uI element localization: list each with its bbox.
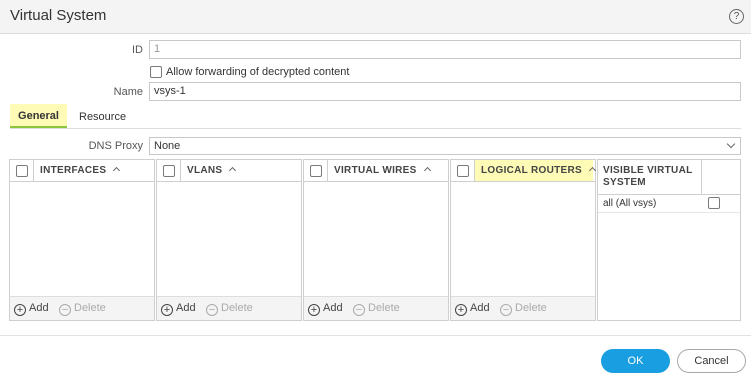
header-divider — [701, 160, 702, 194]
interfaces-panel-footer: + Add − Delete — [10, 296, 154, 320]
chevron-up-icon — [113, 166, 121, 175]
visible-virtual-system-column-header: VISIBLE VIRTUAL SYSTEM — [603, 165, 693, 188]
header-divider — [327, 160, 328, 182]
ok-button[interactable]: OK — [601, 349, 670, 373]
name-label: Name — [113, 86, 143, 98]
logical-routers-panel: LOGICAL ROUTERS + Add − Delete — [450, 159, 597, 321]
chevron-up-icon — [423, 166, 431, 175]
tab-resource[interactable]: Resource — [79, 111, 126, 123]
minus-circle-icon: − — [206, 304, 218, 316]
name-field[interactable]: vsys-1 — [149, 82, 741, 101]
vlans-column-header[interactable]: VLANS — [187, 165, 237, 176]
interfaces-column-header[interactable]: INTERFACES — [40, 165, 121, 176]
tab-divider — [10, 128, 741, 129]
interfaces-panel: INTERFACES + Add − Delete — [9, 159, 155, 321]
minus-circle-icon: − — [59, 304, 71, 316]
plus-circle-icon: + — [308, 304, 320, 316]
virtual-wires-panel: VIRTUAL WIRES + Add − Delete — [303, 159, 449, 321]
dialog-title: Virtual System — [10, 7, 107, 24]
chevron-up-icon — [229, 166, 237, 175]
plus-circle-icon: + — [455, 304, 467, 316]
virtual-wires-panel-footer: + Add − Delete — [304, 296, 448, 320]
plus-circle-icon: + — [14, 304, 26, 316]
id-label: ID — [132, 44, 143, 56]
vlans-panel-footer: + Add − Delete — [157, 296, 301, 320]
vlans-delete-button[interactable]: − Delete — [206, 302, 253, 316]
visible-virtual-system-panel: VISIBLE VIRTUAL SYSTEM all (All vsys) — [597, 159, 741, 321]
logical-routers-select-all-checkbox[interactable] — [457, 165, 469, 177]
virtual-wires-column-header[interactable]: VIRTUAL WIRES — [334, 165, 431, 176]
vsys-label: all (All vsys) — [603, 198, 657, 209]
interfaces-delete-button[interactable]: − Delete — [59, 302, 106, 316]
virtual-wires-add-button[interactable]: + Add — [308, 302, 343, 316]
vlans-select-all-checkbox[interactable] — [163, 165, 175, 177]
chevron-down-icon — [726, 139, 736, 149]
allow-forwarding-checkbox[interactable] — [150, 66, 162, 78]
logical-routers-column-header[interactable]: LOGICAL ROUTERS — [481, 165, 597, 176]
minus-circle-icon: − — [500, 304, 512, 316]
dns-proxy-label: DNS Proxy — [88, 140, 143, 152]
dns-proxy-value: None — [154, 140, 181, 152]
logical-routers-panel-footer: + Add − Delete — [451, 296, 595, 320]
logical-routers-add-button[interactable]: + Add — [455, 302, 490, 316]
minus-circle-icon: − — [353, 304, 365, 316]
logical-routers-panel-header: LOGICAL ROUTERS — [451, 160, 597, 182]
virtual-wires-select-all-checkbox[interactable] — [310, 165, 322, 177]
tab-general[interactable]: General — [10, 104, 67, 128]
id-field: 1 — [149, 40, 741, 59]
vsys-visible-checkbox[interactable] — [708, 197, 720, 209]
logical-routers-delete-button[interactable]: − Delete — [500, 302, 547, 316]
interfaces-panel-header: INTERFACES — [10, 160, 154, 182]
cancel-button[interactable]: Cancel — [677, 349, 746, 373]
header-divider — [180, 160, 181, 182]
chevron-up-icon — [588, 166, 597, 175]
footer-divider — [0, 335, 751, 336]
help-icon[interactable]: ? — [729, 9, 744, 24]
vlans-panel: VLANS + Add − Delete — [156, 159, 302, 321]
vlans-panel-header: VLANS — [157, 160, 301, 182]
dns-proxy-select[interactable]: None — [149, 137, 741, 155]
table-row: all (All vsys) — [598, 195, 740, 213]
virtual-wires-delete-button[interactable]: − Delete — [353, 302, 400, 316]
header-divider — [33, 160, 34, 182]
vlans-add-button[interactable]: + Add — [161, 302, 196, 316]
interfaces-add-button[interactable]: + Add — [14, 302, 49, 316]
interfaces-select-all-checkbox[interactable] — [16, 165, 28, 177]
virtual-wires-panel-header: VIRTUAL WIRES — [304, 160, 448, 182]
plus-circle-icon: + — [161, 304, 173, 316]
dialog-header — [0, 0, 751, 34]
allow-forwarding-label: Allow forwarding of decrypted content — [166, 66, 350, 78]
